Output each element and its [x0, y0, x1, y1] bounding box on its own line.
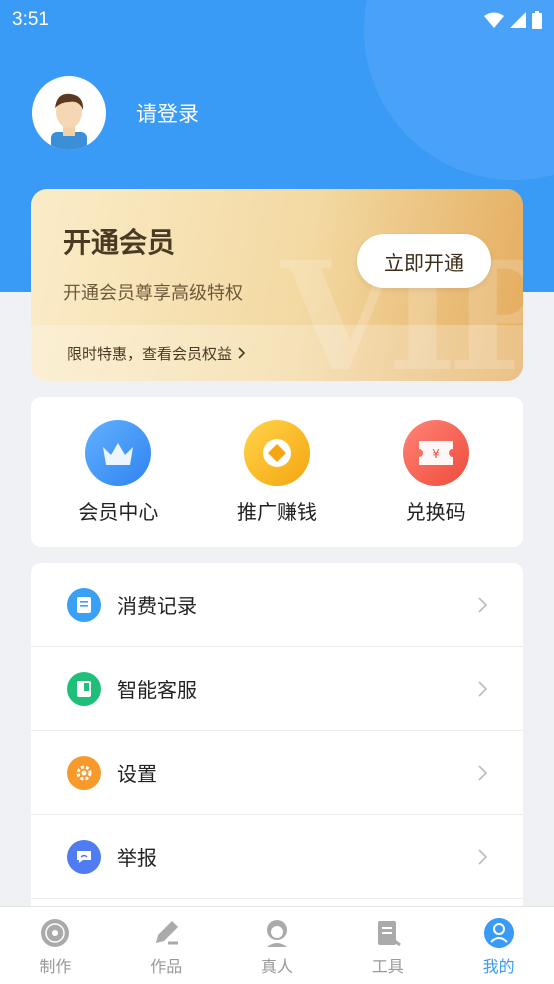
vip-promo-text: 限时特惠，查看会员权益	[67, 344, 233, 363]
profile-header[interactable]: 请登录	[32, 76, 199, 150]
menu-list: 消费记录 智能客服 设置 举报	[31, 563, 523, 923]
avatar[interactable]	[32, 76, 106, 150]
service-icon	[67, 671, 101, 706]
tab-mine[interactable]: 我的	[443, 907, 554, 984]
login-prompt[interactable]: 请登录	[136, 98, 199, 128]
person-icon	[266, 920, 287, 947]
ticket-icon: ¥	[402, 419, 469, 486]
tab-label: 我的	[482, 957, 515, 976]
vip-promo-link[interactable]: 限时特惠，查看会员权益	[31, 325, 523, 381]
chevron-right-icon	[238, 347, 246, 359]
menu-item-label: 举报	[117, 846, 157, 870]
wifi-icon	[484, 12, 504, 28]
chevron-right-icon	[478, 680, 487, 697]
status-bar: 3:51	[0, 0, 554, 40]
chevron-right-icon	[478, 764, 487, 781]
tab-label: 工具	[371, 957, 404, 976]
quick-action-redeem-code[interactable]: ¥ 兑换码	[371, 419, 501, 525]
menu-item-label: 智能客服	[117, 678, 197, 702]
svg-text:¥: ¥	[432, 447, 440, 461]
disc-icon	[41, 919, 70, 947]
bottom-tab-bar: 制作 作品 真人 工具 我的	[0, 906, 554, 984]
quick-action-promote-earn[interactable]: 推广赚钱	[212, 419, 342, 525]
tab-label: 制作	[39, 957, 72, 976]
tab-real-person[interactable]: 真人	[222, 907, 333, 984]
pen-icon	[156, 921, 179, 945]
vip-card[interactable]: VIP 开通会员 开通会员尊享高级特权 立即开通 限时特惠，查看会员权益	[31, 189, 523, 381]
quick-action-member-center[interactable]: 会员中心	[53, 419, 183, 525]
tab-tools[interactable]: 工具	[332, 907, 443, 984]
chevron-right-icon	[478, 848, 487, 865]
menu-item-label: 设置	[117, 762, 157, 786]
tool-icon	[377, 921, 401, 947]
signal-icon	[510, 12, 526, 28]
tab-label: 作品	[150, 957, 183, 976]
menu-item-label: 消费记录	[117, 594, 197, 618]
quick-action-label: 推广赚钱	[236, 499, 317, 524]
menu-item-customer-service[interactable]: 智能客服	[31, 647, 523, 731]
vip-activate-button[interactable]: 立即开通	[357, 234, 491, 288]
profile-icon	[483, 918, 514, 948]
quick-action-label: 会员中心	[78, 499, 159, 524]
quick-action-label: 兑换码	[405, 499, 466, 524]
status-icons	[484, 11, 542, 29]
menu-item-settings[interactable]: 设置	[31, 731, 523, 815]
gear-icon	[67, 755, 101, 790]
quick-actions-card: 会员中心 推广赚钱 ¥ 兑换码	[31, 397, 523, 547]
receipt-icon	[67, 587, 101, 622]
crown-icon	[85, 419, 152, 486]
menu-item-report[interactable]: 举报	[31, 815, 523, 899]
battery-icon	[532, 11, 542, 29]
user-avatar-icon	[51, 93, 87, 150]
report-icon	[67, 839, 101, 874]
coin-icon	[243, 419, 310, 486]
tab-works[interactable]: 作品	[111, 907, 222, 984]
status-time: 3:51	[12, 9, 49, 30]
vip-title: 开通会员	[63, 226, 176, 259]
tab-create[interactable]: 制作	[0, 907, 111, 984]
tab-label: 真人	[260, 957, 293, 976]
menu-item-purchase-history[interactable]: 消费记录	[31, 563, 523, 647]
chevron-right-icon	[478, 596, 487, 613]
vip-subtitle: 开通会员尊享高级特权	[63, 283, 243, 304]
